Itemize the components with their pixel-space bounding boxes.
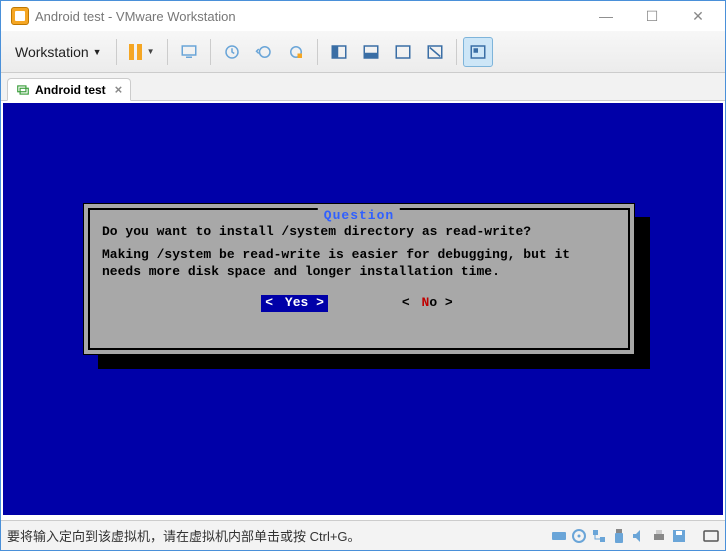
no-button[interactable]: < No > <box>398 295 457 312</box>
tab-close-icon[interactable]: × <box>115 82 123 97</box>
stretch-guest-button[interactable] <box>463 37 493 67</box>
clock-manage-icon <box>287 43 305 61</box>
separator <box>116 39 117 65</box>
show-console-button[interactable] <box>324 37 354 67</box>
yes-button[interactable]: < Yes > <box>261 295 328 312</box>
revert-snapshot-button[interactable] <box>249 37 279 67</box>
pause-button[interactable]: ▼ <box>123 37 161 67</box>
clock-icon <box>223 43 241 61</box>
separator <box>317 39 318 65</box>
dialog-frame: Question Do you want to install /system … <box>88 208 630 350</box>
workstation-menu[interactable]: Workstation ▼ <box>7 40 110 64</box>
separator <box>210 39 211 65</box>
window-title: Android test - VMware Workstation <box>35 9 583 24</box>
dropdown-arrow-icon: ▼ <box>147 47 155 56</box>
maximize-button[interactable]: ☐ <box>629 2 675 30</box>
printer-icon[interactable] <box>651 528 667 544</box>
status-bar: 要将输入定向到该虚拟机，请在虚拟机内部单击或按 Ctrl+G。 <box>1 520 725 550</box>
dialog-line-2: Making /system be read-write is easier f… <box>102 247 616 281</box>
tab-label: Android test <box>35 83 106 97</box>
minimize-button[interactable]: — <box>583 2 629 30</box>
stretch-icon <box>469 43 487 61</box>
workstation-menu-label: Workstation <box>15 44 89 60</box>
floppy-icon[interactable] <box>671 528 687 544</box>
status-tray <box>551 528 719 544</box>
status-message: 要将输入定向到该虚拟机，请在虚拟机内部单击或按 Ctrl+G。 <box>7 526 551 545</box>
manage-snapshots-button[interactable] <box>281 37 311 67</box>
dialog-buttons: < Yes > < No > <box>102 295 616 312</box>
dialog-line-1: Do you want to install /system directory… <box>102 224 616 241</box>
network-icon[interactable] <box>591 528 607 544</box>
dialog-title: Question <box>318 208 400 225</box>
cd-icon[interactable] <box>571 528 587 544</box>
harddisk-icon[interactable] <box>551 528 567 544</box>
tab-bar: Android test × <box>1 73 725 101</box>
vm-display-area[interactable]: Question Do you want to install /system … <box>1 101 725 517</box>
main-toolbar: Workstation ▼ ▼ <box>1 31 725 73</box>
vm-icon <box>16 83 30 97</box>
question-dialog: Question Do you want to install /system … <box>83 203 635 355</box>
unity-button[interactable] <box>420 37 450 67</box>
tab-android-test[interactable]: Android test × <box>7 78 131 101</box>
snapshot-button[interactable] <box>217 37 247 67</box>
close-button[interactable]: ✕ <box>675 2 721 30</box>
sound-icon[interactable] <box>631 528 647 544</box>
separator <box>456 39 457 65</box>
window-controls: — ☐ ✕ <box>583 2 721 30</box>
usb-icon[interactable] <box>611 528 627 544</box>
fullscreen-icon <box>394 43 412 61</box>
messages-icon[interactable] <box>703 528 719 544</box>
separator <box>167 39 168 65</box>
guest-console[interactable]: Question Do you want to install /system … <box>3 103 723 515</box>
pause-icon <box>129 44 142 60</box>
split-left-icon <box>330 43 348 61</box>
dialog-body: Do you want to install /system directory… <box>102 224 616 281</box>
show-thumbnail-button[interactable] <box>356 37 386 67</box>
unity-icon <box>426 43 444 61</box>
window-titlebar: Android test - VMware Workstation — ☐ ✕ <box>1 1 725 31</box>
clock-back-icon <box>255 43 273 61</box>
screen-icon <box>180 43 198 61</box>
split-bottom-icon <box>362 43 380 61</box>
dropdown-arrow-icon: ▼ <box>93 47 102 57</box>
send-ctrl-alt-del-button[interactable] <box>174 37 204 67</box>
app-icon <box>11 7 29 25</box>
fullscreen-button[interactable] <box>388 37 418 67</box>
